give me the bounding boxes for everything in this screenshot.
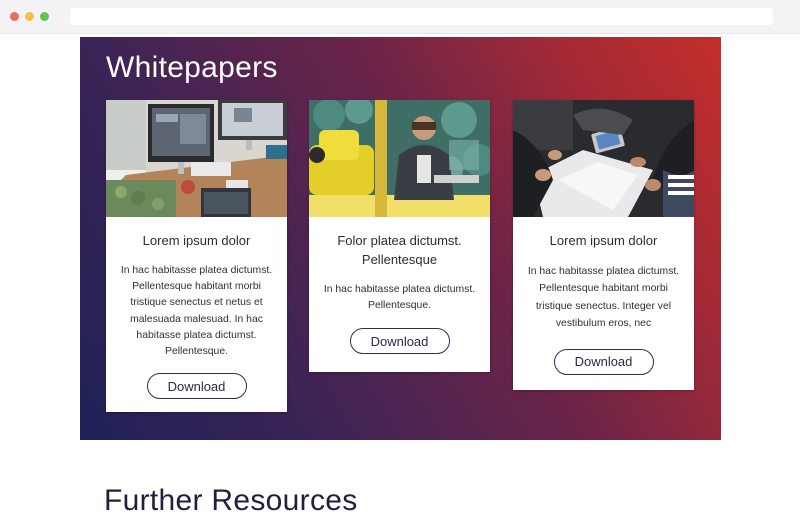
minimize-window-dot[interactable] (25, 12, 34, 21)
close-window-dot[interactable] (10, 12, 19, 21)
address-bar[interactable] (70, 8, 773, 25)
team-meeting-photo (513, 100, 694, 217)
whitepaper-card-3: Lorem ipsum dolor In hac habitasse plate… (513, 100, 694, 390)
office-lounge-photo (309, 100, 490, 217)
further-resources-heading: Further Resources (104, 484, 358, 517)
card-description: In hac habitasse platea dictumst. Pellen… (323, 284, 476, 312)
download-button[interactable]: Download (146, 373, 247, 400)
card-description: In hac habitasse platea dictumst. Pellen… (120, 265, 273, 358)
browser-toolbar (0, 0, 800, 34)
card-title: Lorem ipsum dolor (549, 233, 658, 248)
download-button[interactable]: Download (349, 328, 450, 355)
whitepapers-section: Whitepapers Lorem ipsum dolor In hac hab… (80, 37, 721, 440)
maximize-window-dot[interactable] (40, 12, 49, 21)
desk-workspace-photo (106, 100, 287, 217)
download-button[interactable]: Download (553, 348, 654, 375)
whitepaper-card-1: Lorem ipsum dolor In hac habitasse plate… (106, 100, 287, 412)
whitepaper-card-2: Folor platea dictumst. Pellentesque In h… (309, 100, 490, 372)
card-description: In hac habitasse platea dictumst. Pellen… (527, 266, 680, 330)
card-title: Folor platea dictumst. Pellentesque (337, 233, 462, 267)
card-title: Lorem ipsum dolor (142, 233, 251, 248)
section-title: Whitepapers (106, 51, 278, 84)
